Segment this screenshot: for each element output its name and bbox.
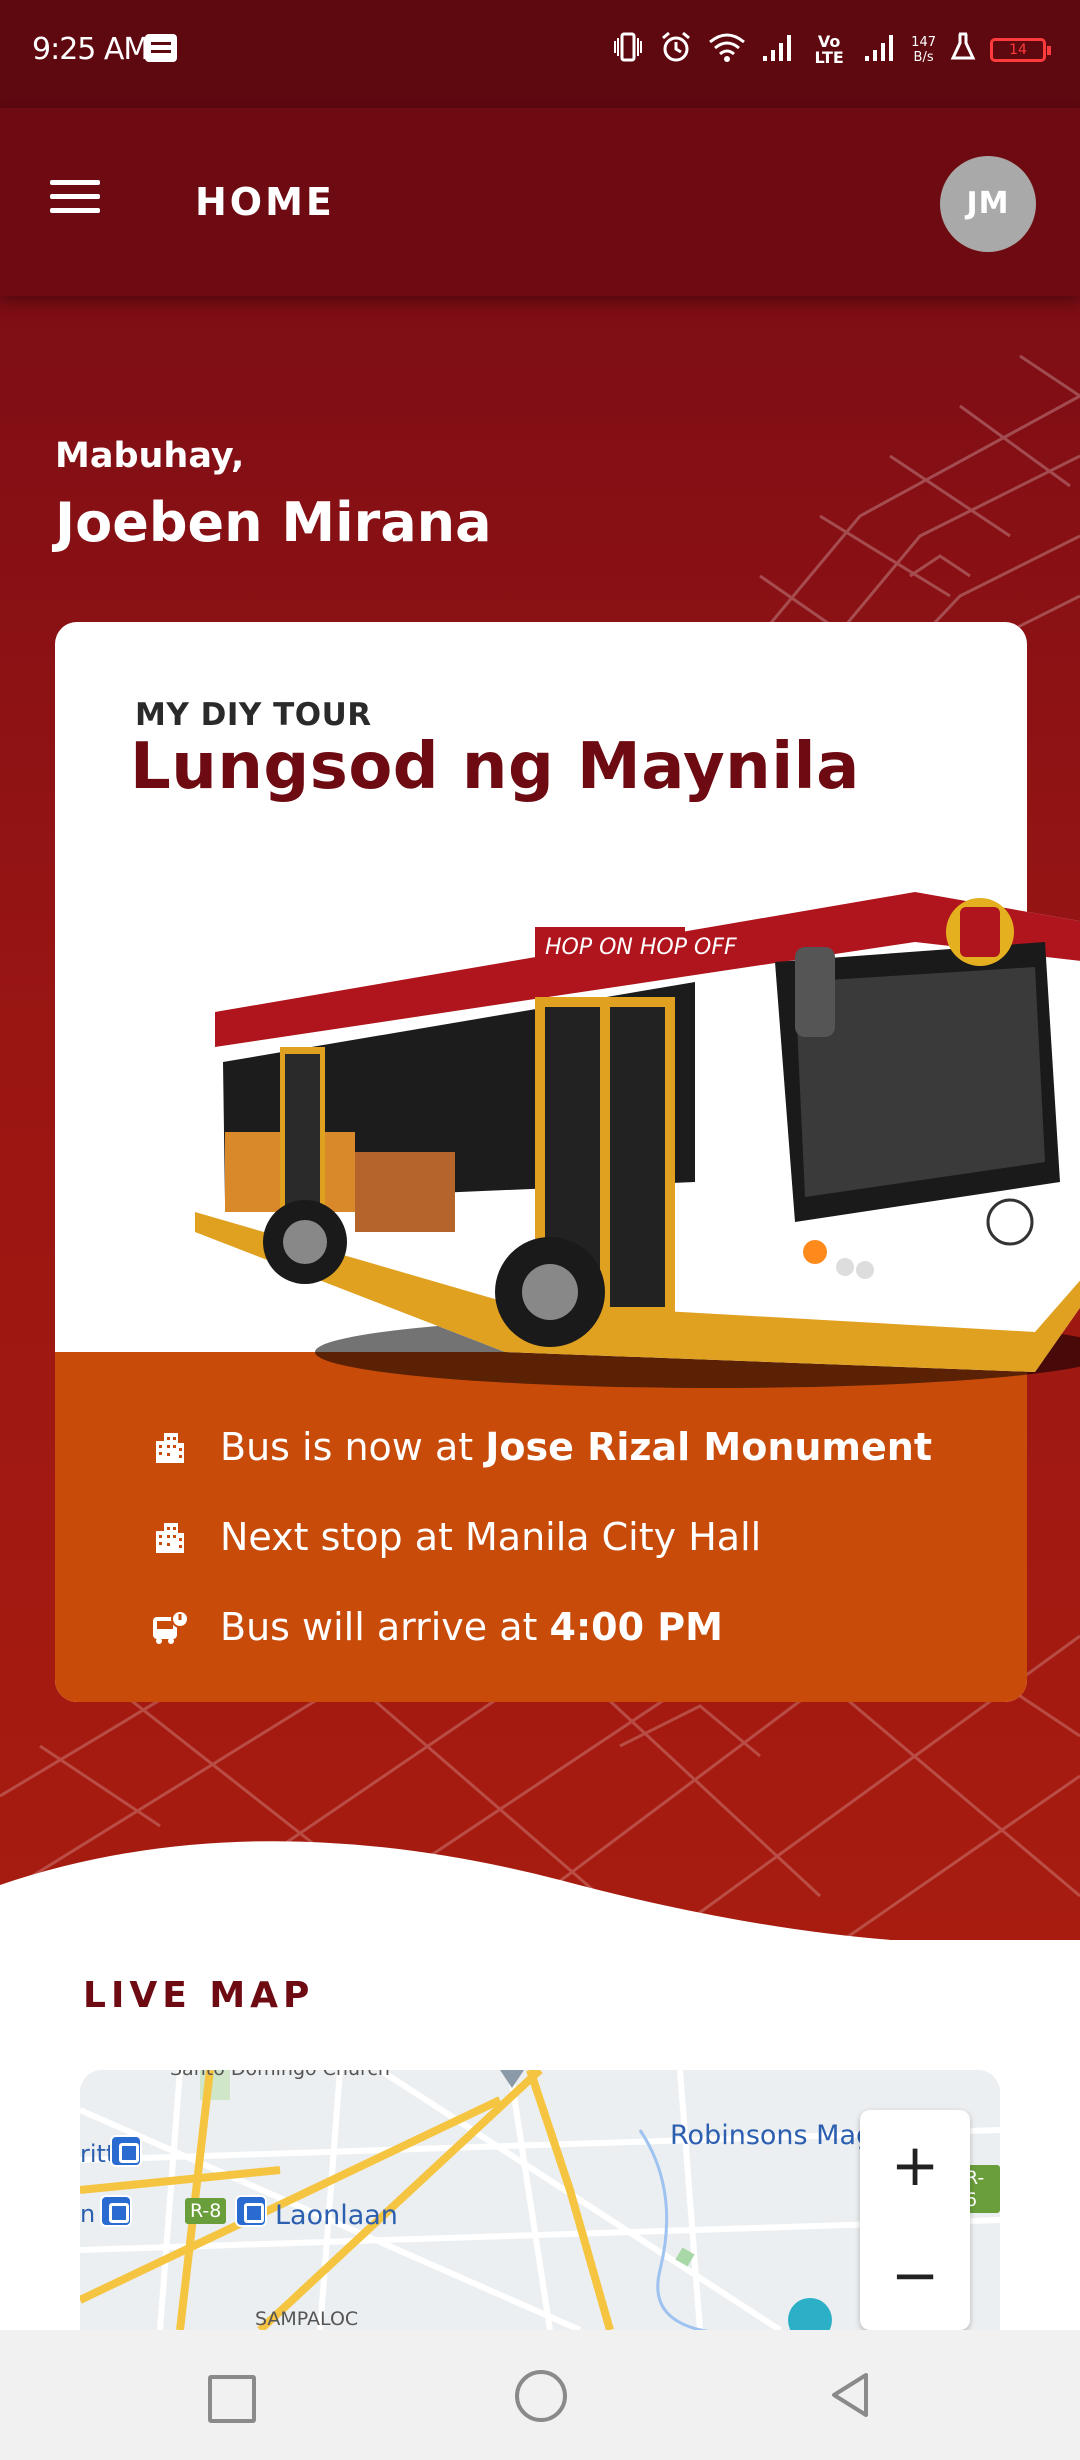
arrival-time: 4:00 PM [549,1605,723,1649]
building-icon [150,1427,190,1467]
battery-icon: 14 [990,38,1051,62]
tour-title: Lungsod ng Maynila [130,730,860,804]
avatar[interactable]: JM [940,156,1036,252]
live-map[interactable]: Santo Domingo Church Robinsons Mag Laonl… [80,2070,1000,2330]
transit-station-icon[interactable] [110,2135,142,2167]
wifi-icon [707,31,747,69]
bus-brand: HOP ON HOP OFF [545,935,737,960]
current-location-prefix: Bus is now at [220,1425,486,1469]
tour-card[interactable]: MY DIY TOUR Lungsod ng Maynila HOP ON HO… [55,622,1080,1702]
next-stop-text: Next stop at Manila City Hall [220,1515,762,1559]
map-label-laonlaan: Laonlaan [275,2200,398,2231]
system-nav-bar [0,2330,1080,2460]
status-time: 9:25 AM [32,32,149,67]
tour-label: MY DIY TOUR [135,697,372,733]
map-label-partial-2: n [80,2200,96,2228]
live-map-section: LIVE MAP Santo Domingo Church Robinsons … [0,1940,1080,2360]
network-label: Vo LTE [814,32,844,67]
network-speed-value: 147 [911,35,936,50]
greeting-text: Mabuhay, [55,436,245,476]
live-map-title: LIVE MAP [83,1975,315,2016]
current-location-row: Bus is now at Jose Rizal Monument [150,1402,932,1492]
route-badge-r8: R-8 [185,2198,227,2224]
transit-station-icon[interactable] [235,2195,267,2227]
status-icons: Vo LTE 147 B/s 14 [611,28,1051,72]
status-bar: 9:25 AM Vo LTE 147 B/s 14 [0,0,1080,108]
map-label-church: Santo Domingo Church [170,2070,390,2080]
zoom-controls: + − [860,2110,970,2330]
next-stop-row: Next stop at Manila City Hall [150,1492,932,1582]
recents-icon[interactable] [198,2365,258,2425]
hamburger-menu-icon[interactable] [50,180,100,220]
alarm-icon [659,30,693,70]
user-name: Joeben Mirana [55,491,492,554]
home-icon[interactable] [510,2365,570,2425]
back-icon[interactable] [820,2365,880,2425]
page-title: HOME [195,180,335,224]
bus-clock-icon [150,1607,190,1647]
signal-icon-1 [761,32,795,68]
message-icon [145,34,177,62]
flask-icon [950,32,976,68]
arrival-prefix: Bus will arrive at [220,1605,550,1649]
network-speed: 147 B/s [911,35,936,65]
vibrate-icon [611,31,645,69]
bus-status-list: Bus is now at Jose Rizal Monument Next s… [150,1402,932,1672]
app-bar: HOME JM [0,108,1080,296]
map-label-mall: Robinsons Mag [670,2120,874,2151]
zoom-out-button[interactable]: − [860,2220,970,2330]
building-icon [150,1517,190,1557]
arrival-row: Bus will arrive at 4:00 PM [150,1582,932,1672]
network-speed-unit: B/s [913,50,934,65]
bus-image: HOP ON HOP OFF [195,892,1080,1388]
signal-icon-2 [863,32,897,68]
zoom-in-button[interactable]: + [860,2110,970,2220]
transit-station-icon[interactable] [100,2195,132,2227]
map-label-sampaloc: SAMPALOC [255,2308,359,2330]
current-location-value: Jose Rizal Monument [485,1425,933,1469]
